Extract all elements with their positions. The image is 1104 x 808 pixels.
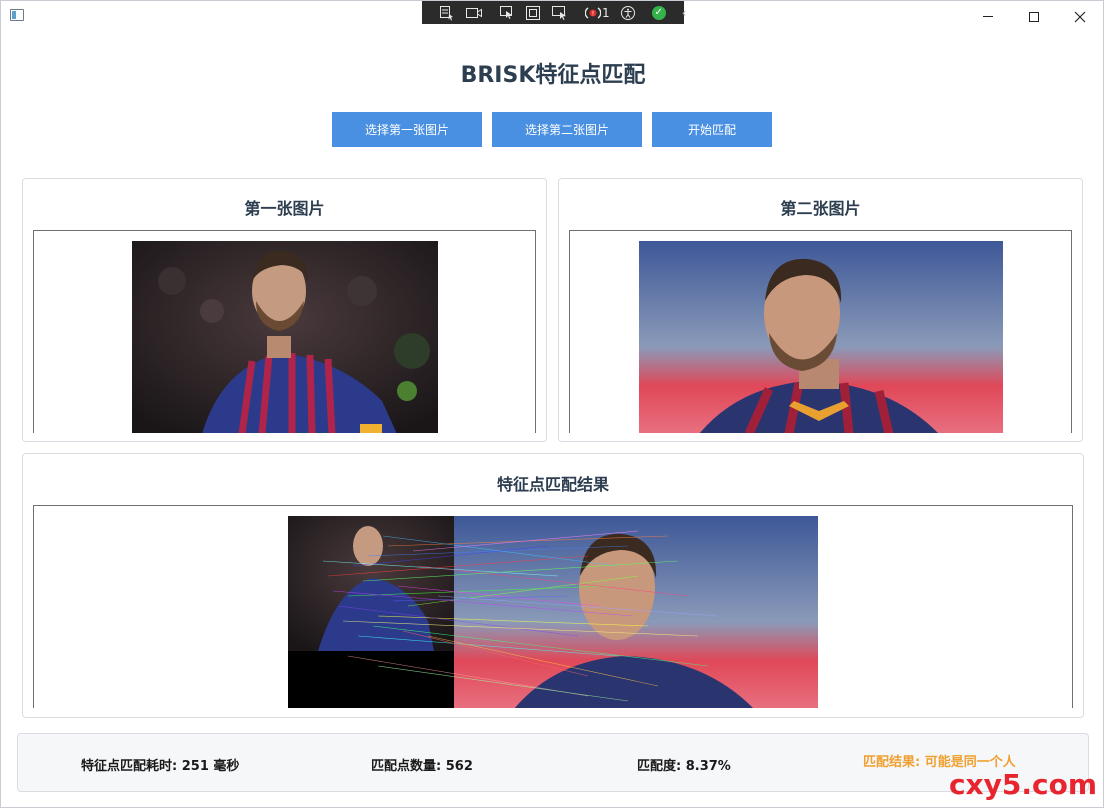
app-window-icon bbox=[10, 9, 24, 21]
pointer-icon[interactable] bbox=[494, 1, 520, 24]
check-icon[interactable]: ✓ bbox=[647, 1, 671, 24]
minimize-icon[interactable] bbox=[965, 1, 1011, 32]
page-title: BRISK特征点匹配 bbox=[460, 63, 646, 88]
match-time-text: 特征点匹配耗时: 251 毫秒 bbox=[81, 759, 240, 774]
close-icon[interactable] bbox=[1057, 1, 1103, 32]
select-second-image-button[interactable]: 选择第二张图片 bbox=[492, 112, 642, 147]
maximize-icon[interactable] bbox=[1011, 1, 1057, 32]
match-result-frame bbox=[33, 505, 1073, 708]
match-result-title: 特征点匹配结果 bbox=[496, 475, 609, 494]
match-count-text: 匹配点数量: 562 bbox=[371, 759, 473, 774]
binding-failures-icon[interactable]: ! 1 bbox=[580, 1, 615, 24]
match-result-image bbox=[288, 516, 818, 708]
xaml-debug-toolbar: ! 1 ✓ ‹ bbox=[422, 1, 686, 24]
select-first-image-button[interactable]: 选择第一张图片 bbox=[332, 112, 482, 147]
title-bar: ! 1 ✓ ‹ bbox=[1, 1, 1103, 32]
video-icon[interactable] bbox=[460, 1, 488, 24]
watermark: cxy5.com bbox=[948, 768, 1097, 801]
second-image bbox=[639, 241, 1003, 433]
hot-reload-icon[interactable] bbox=[546, 1, 574, 24]
first-image-frame bbox=[33, 230, 536, 433]
first-image-panel: 第一张图片 bbox=[22, 178, 547, 442]
select-element-icon[interactable] bbox=[434, 1, 460, 24]
first-image-title: 第一张图片 bbox=[244, 199, 325, 218]
accessibility-icon[interactable] bbox=[615, 1, 641, 24]
match-result-panel: 特征点匹配结果 bbox=[22, 453, 1084, 718]
second-image-title: 第二张图片 bbox=[780, 199, 861, 218]
second-image-frame bbox=[569, 230, 1072, 433]
second-image-panel: 第二张图片 bbox=[558, 178, 1083, 442]
window-controls bbox=[965, 1, 1103, 32]
svg-text:!: ! bbox=[592, 10, 594, 17]
match-ratio-text: 匹配度: 8.37% bbox=[637, 759, 731, 774]
chevron-left-icon[interactable]: ‹ bbox=[677, 1, 692, 24]
frame-icon[interactable] bbox=[520, 1, 546, 24]
status-bar: 特征点匹配耗时: 251 毫秒 匹配点数量: 562 匹配度: 8.37% 匹配… bbox=[17, 733, 1089, 792]
first-image bbox=[132, 241, 438, 433]
app-window: ! 1 ✓ ‹ BRISK特征点匹配 选择第一张图片 选择第二张图片 开始匹配 bbox=[0, 0, 1104, 808]
start-match-button[interactable]: 开始匹配 bbox=[652, 112, 772, 147]
binding-failure-count: 1 bbox=[602, 5, 610, 20]
